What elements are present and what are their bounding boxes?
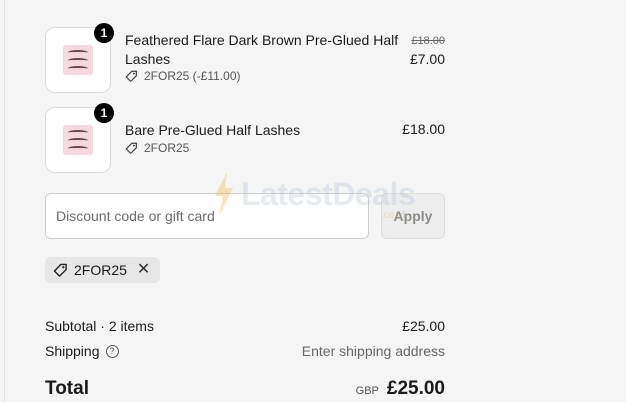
shipping-label: Shipping	[45, 343, 100, 359]
subtotal-row: Subtotal · 2 items £25.00	[45, 318, 445, 334]
apply-discount-button[interactable]: Apply	[381, 193, 445, 239]
applied-discount-code: 2FOR25	[74, 262, 127, 278]
total-amount: £25.00	[386, 378, 445, 399]
close-icon[interactable]: ✕	[137, 262, 150, 278]
product-title: Bare Pre-Glued Half Lashes	[125, 122, 301, 138]
cart-line-item: 1 Feathered Flare Dark Brown Pre-Glued H…	[45, 23, 445, 93]
lashes-product-image	[63, 45, 93, 75]
total-label: Total	[45, 378, 89, 399]
total-row: Total GBP £25.00	[45, 378, 445, 400]
subtotal-label: Subtotal · 2 items	[45, 318, 154, 334]
tag-icon	[125, 142, 137, 154]
shipping-value: Enter shipping address	[301, 343, 445, 359]
product-title: Feathered Flare Dark Brown Pre-Glued Hal…	[125, 32, 399, 67]
cart-line-item: 1 Bare Pre-Glued Half Lashes 2FOR25 £18.…	[45, 103, 445, 173]
item-price: £7.00	[409, 51, 445, 67]
lashes-product-image	[63, 125, 93, 155]
question-circle-icon[interactable]: ?	[105, 344, 119, 358]
subtotal-value: £25.00	[402, 318, 445, 334]
item-discount-label: 2FOR25 (-£11.00)	[144, 69, 241, 83]
item-discount: 2FOR25 (-£11.00)	[125, 69, 241, 83]
applied-discount-chip: 2FOR25 ✕	[45, 257, 161, 283]
quantity-badge: 1	[94, 103, 114, 123]
item-discount-label: 2FOR25	[144, 141, 190, 155]
discount-code-input[interactable]	[45, 193, 369, 239]
item-discount: 2FOR25	[125, 141, 189, 155]
quantity-badge: 1	[94, 23, 114, 43]
tag-icon	[125, 70, 137, 82]
currency-code: GBP	[355, 385, 379, 397]
tag-icon	[53, 263, 67, 277]
original-price: £18.00	[411, 35, 445, 47]
item-price: £18.00	[402, 121, 445, 137]
shipping-row: Shipping ? Enter shipping address	[45, 343, 445, 359]
order-summary-panel: 1 Feathered Flare Dark Brown Pre-Glued H…	[4, 0, 626, 402]
